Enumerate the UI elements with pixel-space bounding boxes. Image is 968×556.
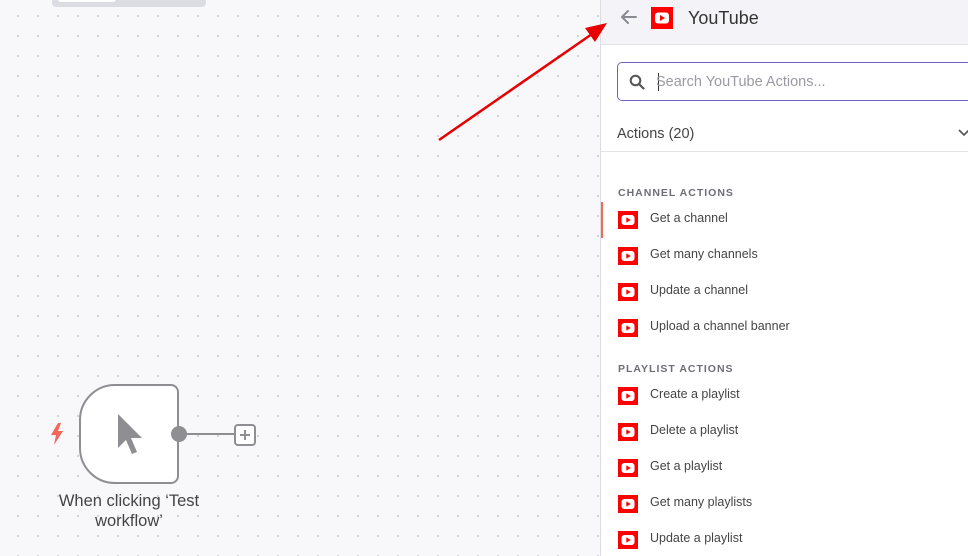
chevron-down-icon <box>958 129 968 137</box>
trigger-node-label: When clicking ‘Test workflow’ <box>58 492 200 530</box>
action-item-label: Create a playlist <box>650 387 740 401</box>
manual-trigger-node[interactable] <box>79 384 179 484</box>
youtube-icon <box>618 387 638 405</box>
youtube-icon <box>618 319 638 337</box>
action-item-update-playlist[interactable]: Update a playlist <box>601 524 968 556</box>
actions-group-title: Actions (20) <box>617 126 695 142</box>
lightning-bolt-icon <box>51 423 63 445</box>
action-item-get-playlist[interactable]: Get a playlist <box>601 452 968 484</box>
action-item-label: Update a playlist <box>650 531 743 545</box>
action-item-create-playlist[interactable]: Create a playlist <box>601 380 968 412</box>
action-item-delete-playlist[interactable]: Delete a playlist <box>601 416 968 448</box>
action-item-label: Get a playlist <box>650 459 723 473</box>
canvas-toolbar-tab-active[interactable] <box>58 0 116 2</box>
action-item-get-many-channels[interactable]: Get many channels <box>601 240 968 272</box>
add-node-button[interactable] <box>234 424 256 446</box>
search-icon <box>629 74 645 90</box>
panel-title: YouTube <box>688 8 759 28</box>
canvas-toolbar-tab[interactable] <box>52 0 206 7</box>
youtube-icon <box>618 283 638 301</box>
cursor-pointer-icon <box>118 414 142 454</box>
search-box[interactable] <box>617 62 968 101</box>
search-input[interactable] <box>656 71 956 93</box>
action-item-label: Delete a playlist <box>650 423 739 437</box>
section-heading-channel-actions: CHANNEL ACTIONS <box>618 187 734 199</box>
panel-header: YouTube <box>601 0 968 45</box>
youtube-icon <box>618 211 638 229</box>
actions-group-toggle[interactable]: Actions (20) <box>601 116 968 152</box>
node-connector-line <box>186 433 234 435</box>
action-item-upload-channel-banner[interactable]: Upload a channel banner <box>601 312 968 344</box>
action-item-label: Upload a channel banner <box>650 319 790 333</box>
action-item-get-many-playlists[interactable]: Get many playlists <box>601 488 968 520</box>
arrow-left-icon[interactable] <box>620 8 638 26</box>
workflow-canvas[interactable]: When clicking ‘Test workflow’ <box>0 0 600 556</box>
action-item-label: Get a channel <box>650 211 728 225</box>
youtube-icon <box>618 459 638 477</box>
action-item-label: Get many channels <box>650 247 758 261</box>
node-output-handle[interactable] <box>171 426 187 442</box>
section-heading-playlist-actions: PLAYLIST ACTIONS <box>618 363 734 375</box>
youtube-icon <box>651 7 673 29</box>
youtube-icon <box>618 423 638 441</box>
action-item-update-channel[interactable]: Update a channel <box>601 276 968 308</box>
node-creator-panel: YouTube Actions (20) CHANNEL ACTIONS Get… <box>600 0 968 556</box>
youtube-icon <box>618 495 638 513</box>
youtube-icon <box>618 531 638 549</box>
youtube-icon <box>618 247 638 265</box>
action-item-label: Get many playlists <box>650 495 753 509</box>
action-item-get-channel[interactable]: Get a channel <box>601 202 968 238</box>
action-item-label: Update a channel <box>650 283 748 297</box>
